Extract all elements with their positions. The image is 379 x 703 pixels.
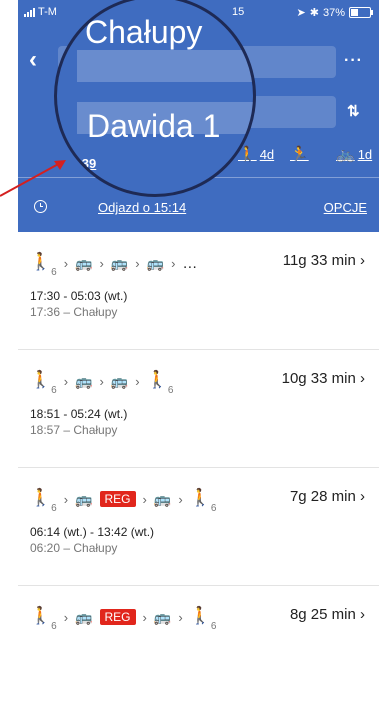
clock-icon (34, 200, 47, 213)
battery-icon (349, 7, 373, 18)
walk-icon: 🚶6 (30, 370, 57, 397)
chevron-right-icon: › (360, 606, 365, 623)
route-legs: 🚶6 › 🚌 REG › 🚌 › 🚶6 (30, 488, 217, 515)
more-legs: … (182, 254, 198, 272)
walk-icon: 🚶6 (30, 488, 57, 515)
first-stop: 06:20 – Chałupy (30, 541, 118, 555)
bluetooth-icon: ✱ (309, 7, 319, 19)
chevron-right-icon: › (178, 491, 183, 507)
bus-icon: 🚌 (153, 490, 172, 507)
bus-icon: 🚌 (110, 372, 129, 389)
route-item[interactable]: 🚶6 › 🚌 REG › 🚌 › 🚶6 8g 25 min › (18, 586, 379, 703)
walk-icon: 🚶6 (146, 370, 174, 397)
route-times: 18:51 - 05:24 (wt.) (30, 407, 128, 421)
pointer-arrow (0, 160, 66, 197)
walk-icon: 🚶6 (30, 606, 57, 633)
route-item[interactable]: 🚶6 › 🚌 › 🚌 › 🚶6 10g 33 min › 18:51 - 05:… (18, 350, 379, 468)
first-stop: 18:57 – Chałupy (30, 423, 118, 437)
route-duration: 8g 25 min › (289, 606, 365, 623)
run-icon: 🏃 (290, 146, 309, 163)
more-icon[interactable]: ··· (344, 52, 363, 70)
chevron-right-icon: › (63, 491, 69, 507)
status-right: ➤ ✱ 37% (296, 6, 373, 19)
origin-text: Chałupy (85, 14, 203, 50)
walk-icon: 🚶6 (30, 252, 57, 279)
mode-run[interactable]: 🏃 (290, 145, 309, 163)
chevron-right-icon: › (99, 373, 104, 389)
route-item[interactable]: 🚶6 › 🚌 › 🚌 › 🚌 › … 11g 33 min › 17:30 - … (18, 232, 379, 350)
options-link[interactable]: OPCJE (324, 200, 367, 215)
chevron-right-icon: › (99, 255, 104, 271)
mode-walk[interactable]: 🚶 4d (238, 145, 274, 163)
mode-bike-label: 1d (357, 146, 373, 162)
location-icon: ➤ (296, 7, 306, 19)
chevron-right-icon: › (142, 609, 147, 625)
route-duration: 10g 33 min › (281, 370, 365, 387)
route-duration: 7g 28 min › (289, 488, 365, 505)
route-legs: 🚶6 › 🚌 REG › 🚌 › 🚶6 (30, 606, 217, 633)
back-icon[interactable]: ‹ (29, 48, 37, 72)
chevron-right-icon: › (135, 255, 140, 271)
bus-icon: 🚌 (146, 254, 165, 271)
departure-time-link[interactable]: Odjazd o 15:14 (98, 200, 186, 215)
chevron-right-icon: › (142, 491, 147, 507)
route-item[interactable]: 🚶6 › 🚌 REG › 🚌 › 🚶6 7g 28 min › 06:14 (w… (18, 468, 379, 586)
route-times: 17:30 - 05:03 (wt.) (30, 289, 128, 303)
bus-icon: 🚌 (110, 254, 129, 271)
bus-icon: 🚌 (75, 490, 93, 507)
route-header: T-M 15 ➤ ✱ 37% ‹ ··· ⇅ 🚶 4d 🏃 🚲 1d Odjaz… (18, 0, 379, 232)
bike-icon: 🚲 (336, 146, 355, 163)
status-left: T-M (24, 6, 57, 18)
battery-percent: 37% (322, 6, 345, 19)
route-list: 🚶6 › 🚌 › 🚌 › 🚌 › … 11g 33 min › 17:30 - … (18, 232, 379, 703)
destination-text: Dawida 1 (87, 108, 221, 144)
mode-bike[interactable]: 🚲 1d (336, 145, 372, 163)
walk-icon: 🚶6 (189, 606, 217, 633)
carrier-label: T-M (38, 6, 57, 18)
first-stop: 17:36 – Chałupy (30, 305, 118, 319)
mode-walk-label: 4d (259, 146, 275, 162)
route-times: 06:14 (wt.) - 13:42 (wt.) (30, 525, 155, 539)
swap-icon[interactable]: ⇅ (347, 102, 360, 120)
walk-icon: 🚶6 (189, 488, 217, 515)
bus-icon: 🚌 (153, 608, 172, 625)
chevron-right-icon: › (63, 609, 69, 625)
status-time: 15 (232, 6, 245, 18)
magnified-origin-field (77, 50, 253, 82)
chevron-right-icon: › (135, 373, 140, 389)
chevron-right-icon: › (360, 252, 365, 269)
bus-icon: 🚌 (75, 254, 93, 271)
route-duration: 11g 33 min › (282, 252, 365, 269)
chevron-right-icon: › (171, 255, 176, 271)
reg-badge: REG (99, 491, 136, 508)
magnifier-overlay: Chałupy Dawida 1 5g 39 (54, 0, 256, 197)
reg-badge: REG (99, 609, 136, 626)
chevron-right-icon: › (360, 488, 365, 505)
route-legs: 🚶6 › 🚌 › 🚌 › 🚶6 (30, 370, 174, 397)
chevron-right-icon: › (63, 373, 69, 389)
chevron-right-icon: › (63, 255, 69, 271)
bus-icon: 🚌 (75, 608, 93, 625)
chevron-right-icon: › (360, 370, 365, 387)
bus-icon: 🚌 (75, 372, 93, 389)
signal-icon (24, 7, 35, 17)
route-legs: 🚶6 › 🚌 › 🚌 › 🚌 › … (30, 252, 198, 279)
chevron-right-icon: › (178, 609, 183, 625)
